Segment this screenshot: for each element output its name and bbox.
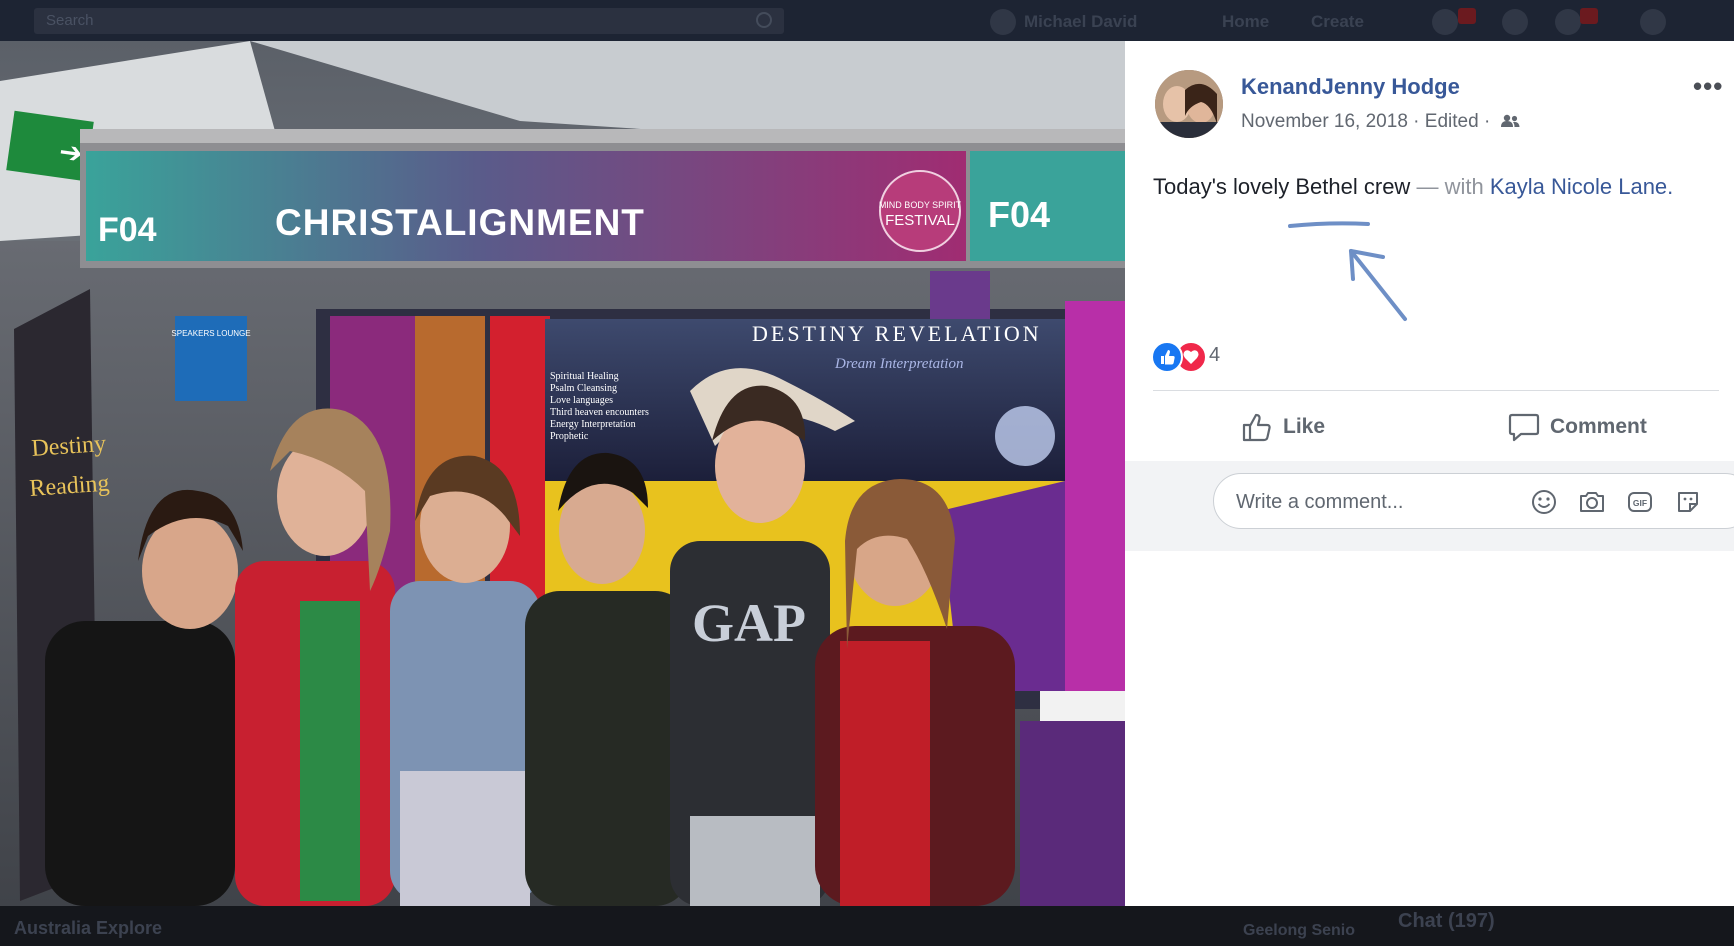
more-options-icon[interactable]: ••• [1693,71,1723,102]
booth-number-left: F04 [98,211,157,249]
poster-list-item: Love languages [550,395,613,406]
friends-icon[interactable] [1500,114,1520,128]
help-icon[interactable] [1640,9,1666,35]
profile-name[interactable]: Michael David [1024,12,1137,32]
sticker-icon[interactable] [1674,488,1702,516]
svg-text:GIF: GIF [1633,498,1647,508]
post-date[interactable]: November 16, 2018 [1241,111,1408,132]
post-side-panel: KenandJenny Hodge November 16, 2018 · Ed… [1125,41,1734,906]
create-link[interactable]: Create [1311,12,1364,32]
tagged-period: . [1667,174,1674,199]
home-link[interactable]: Home [1222,12,1269,32]
gif-icon[interactable]: GIF [1626,488,1654,516]
side-banner-line1: Destiny [31,431,107,462]
comment-box[interactable]: GIF [1213,473,1734,529]
notification-badge [1580,8,1598,24]
like-reaction-icon [1151,341,1183,373]
like-label: Like [1283,415,1326,438]
hoodie-text: GAP [692,593,806,653]
friend-requests-icon[interactable] [1432,9,1458,35]
notifications-icon[interactable] [1555,9,1581,35]
comment-bubble-icon [1508,413,1540,442]
poster-list-item: Psalm Cleansing [550,383,617,394]
poster-subtitle: Dream Interpretation [834,356,963,372]
camera-icon[interactable] [1578,488,1606,516]
author-name[interactable]: KenandJenny Hodge [1241,74,1460,100]
group-name[interactable]: Geelong Senio [1243,922,1355,940]
comment-input[interactable] [1234,488,1488,516]
festival-logo [879,170,961,252]
reaction-count: 4 [1209,344,1221,366]
post-edited[interactable]: Edited [1425,111,1479,132]
booth-number-right: F04 [988,194,1050,235]
post-message: Today's lovely Bethel crew [1153,174,1411,199]
search-input[interactable]: Search [34,8,784,34]
lounge-sign-text: SPEAKERS LOUNGE [171,329,250,338]
facebook-bottombar: Australia Explore Geelong Senio Chat (19… [0,906,1734,946]
comment-label: Comment [1550,415,1647,438]
post-photo[interactable]: ➔ F04 CHRISTALIGNMENT MIND BODY SPIRIT F… [0,41,1125,906]
poster-list-item: Energy Interpretation [550,419,636,430]
emoji-icon[interactable] [1530,488,1558,516]
poster-list-item: Spiritual Healing [550,371,619,382]
festival-logo-line2: FESTIVAL [885,212,955,229]
poster-title: DESTINY REVELATION [752,321,1042,346]
author-avatar[interactable] [1155,70,1223,138]
profile-avatar[interactable] [990,9,1016,35]
search-placeholder: Search [46,12,94,29]
with-label: — with [1416,174,1484,199]
side-banner-line2: Reading [29,470,111,502]
poster-list-item: Prophetic [550,431,589,442]
bottom-left-text: Australia Explore [14,918,163,938]
messenger-icon[interactable] [1502,9,1528,35]
facebook-topbar: Search Michael David Home Create [0,0,1734,41]
poster-list-item: Third heaven encounters [550,407,649,418]
comment-composer: GIF [1125,461,1734,551]
chat-button[interactable]: Chat (197) [1398,910,1495,933]
divider [1153,390,1719,391]
comment-button[interactable]: Comment [1508,403,1647,451]
notification-badge [1458,8,1476,24]
tagged-person-link[interactable]: Kayla Nicole Lane [1490,174,1667,199]
booth-banner-text: CHRISTALIGNMENT [275,202,645,243]
hand-drawn-arrow-annotation [1288,221,1407,321]
search-icon[interactable] [756,12,772,28]
post-text: Today's lovely Bethel crew — with Kayla … [1153,174,1673,200]
post-meta: November 16, 2018 · Edited · [1241,111,1520,133]
like-button[interactable]: Like [1241,403,1325,451]
thumbs-up-icon [1242,413,1271,442]
festival-logo-line1: MIND BODY SPIRIT [879,200,962,210]
